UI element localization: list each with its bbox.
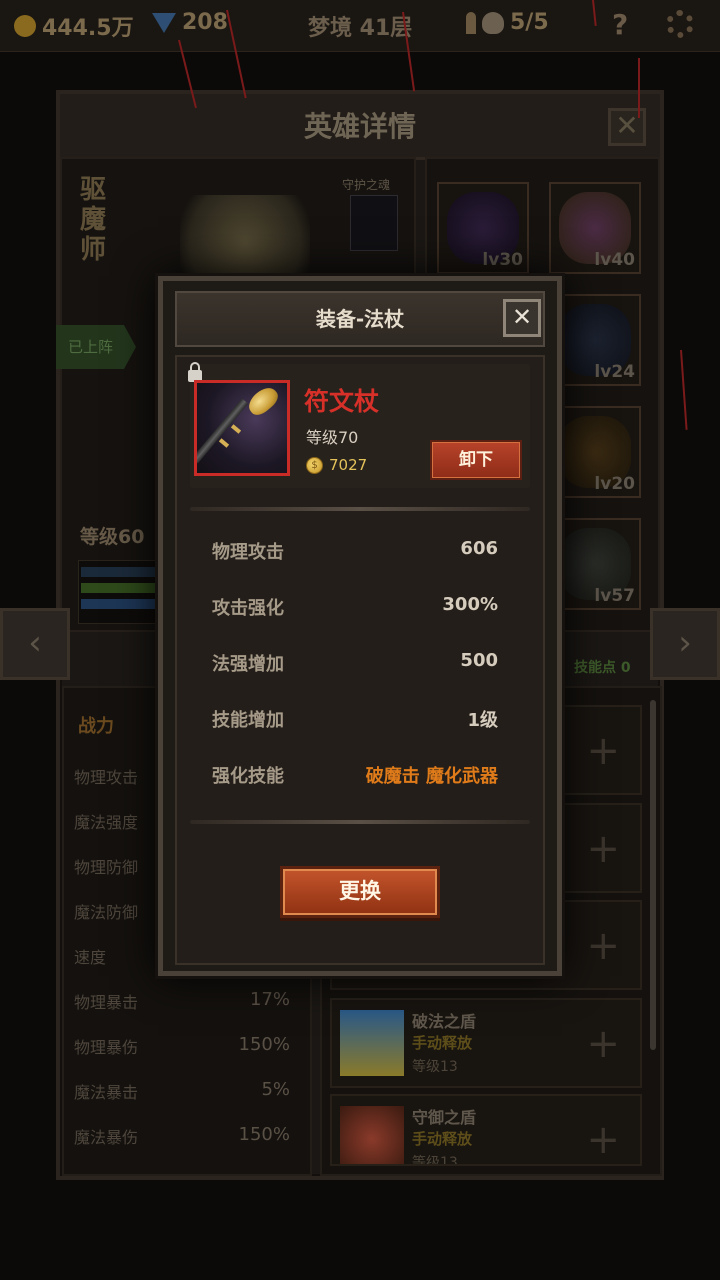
stat-row: 魔法暴伤 150%: [74, 1124, 290, 1147]
gem-icon: [152, 12, 176, 33]
modal-title: 装备-法杖: [315, 307, 405, 331]
bar-3: [81, 599, 155, 609]
attr-row: 物理攻击 606: [212, 538, 498, 563]
skill-points: 技能点 0: [574, 660, 631, 676]
equip-slot-3[interactable]: lv24: [549, 294, 641, 386]
item-level: 等级70: [306, 428, 359, 447]
hero-close-button[interactable]: ✕: [608, 108, 646, 146]
chevron-right-icon[interactable]: ›: [650, 608, 720, 680]
stats-header: 战力: [78, 716, 114, 737]
skull-icon: [482, 11, 504, 34]
gem-counter: 208: [152, 10, 228, 35]
help-icon[interactable]: ?: [612, 8, 628, 41]
key-icon: [466, 11, 476, 34]
hero-exp-bars: [78, 560, 158, 624]
skill-name: 守御之盾: [412, 1108, 477, 1127]
deployed-badge: 已上阵: [56, 325, 136, 369]
skill-name: 破法之盾: [412, 1012, 477, 1031]
plus-icon[interactable]: +: [586, 1024, 620, 1064]
plus-icon[interactable]: +: [586, 1120, 620, 1160]
divider: [190, 507, 530, 511]
bar-2: [81, 583, 155, 593]
gear-icon[interactable]: [666, 10, 694, 38]
gold-counter: 444.5万: [14, 10, 134, 42]
skill-level: 等级13: [412, 1059, 458, 1075]
skill-mode: 手动释放: [412, 1034, 473, 1052]
equip-slot-5[interactable]: lv57: [549, 518, 641, 610]
stat-row: 魔法暴击 5%: [74, 1079, 290, 1102]
skill-level: 等级13: [412, 1155, 458, 1166]
shield-skill-icon: [340, 1010, 404, 1076]
coin-icon: [14, 15, 36, 37]
top-resource-bar: 444.5万 208 梦境 41层 5/5 ?: [0, 0, 720, 52]
attr-row: 攻击强化 300%: [212, 594, 498, 619]
skill-row: 破法之盾 手动释放 等级13 +: [330, 998, 642, 1088]
key-counter: 5/5: [466, 10, 549, 35]
unequip-button[interactable]: 卸下: [430, 440, 522, 480]
rain-effect: [680, 349, 688, 430]
item-price: $ 7027: [306, 456, 367, 474]
guardian-slot[interactable]: [350, 195, 398, 251]
modal-title-bar: 装备-法杖: [175, 291, 545, 347]
stat-row: 物理暴伤 150%: [74, 1034, 290, 1057]
hero-panel-title: 英雄详情: [60, 94, 660, 160]
divider: [190, 820, 530, 824]
plus-icon[interactable]: +: [586, 829, 620, 869]
plus-icon[interactable]: +: [586, 926, 620, 966]
staff-head: [244, 383, 282, 419]
rain-effect: [638, 58, 640, 118]
attr-row: 法强增加 500: [212, 650, 498, 675]
stat-row: 物理暴击 17%: [74, 989, 290, 1012]
attr-row: 强化技能 破魔击 魔化武器: [212, 766, 498, 787]
equip-slot-2[interactable]: lv40: [549, 182, 641, 274]
skill-row: 守御之盾 手动释放 等级13 +: [330, 1094, 642, 1166]
bar-1: [81, 567, 155, 577]
dungeon-floor: 梦境 41层: [308, 16, 413, 41]
skill-mode: 手动释放: [412, 1130, 473, 1148]
skills-scrollbar[interactable]: [650, 700, 656, 1050]
close-icon[interactable]: ✕: [503, 299, 541, 337]
staff-ring: [218, 438, 230, 448]
gold-coin-icon: $: [306, 456, 323, 474]
guardian-label: 守护之魂: [342, 178, 391, 192]
item-frame[interactable]: [194, 380, 290, 476]
item-name: 符文杖: [304, 387, 380, 416]
chevron-left-icon[interactable]: ‹: [0, 608, 70, 680]
equip-slot-1[interactable]: lv30: [437, 182, 529, 274]
attr-row: 技能增加 1级: [212, 710, 498, 731]
plus-icon[interactable]: +: [586, 731, 620, 771]
hero-class-name: 驱魔师: [80, 175, 107, 265]
guard-skill-icon: [340, 1106, 404, 1164]
equip-slot-4[interactable]: lv20: [549, 406, 641, 498]
hero-level: 等级60: [80, 526, 145, 548]
staff-ring: [230, 424, 242, 434]
replace-button[interactable]: 更换: [280, 866, 440, 918]
